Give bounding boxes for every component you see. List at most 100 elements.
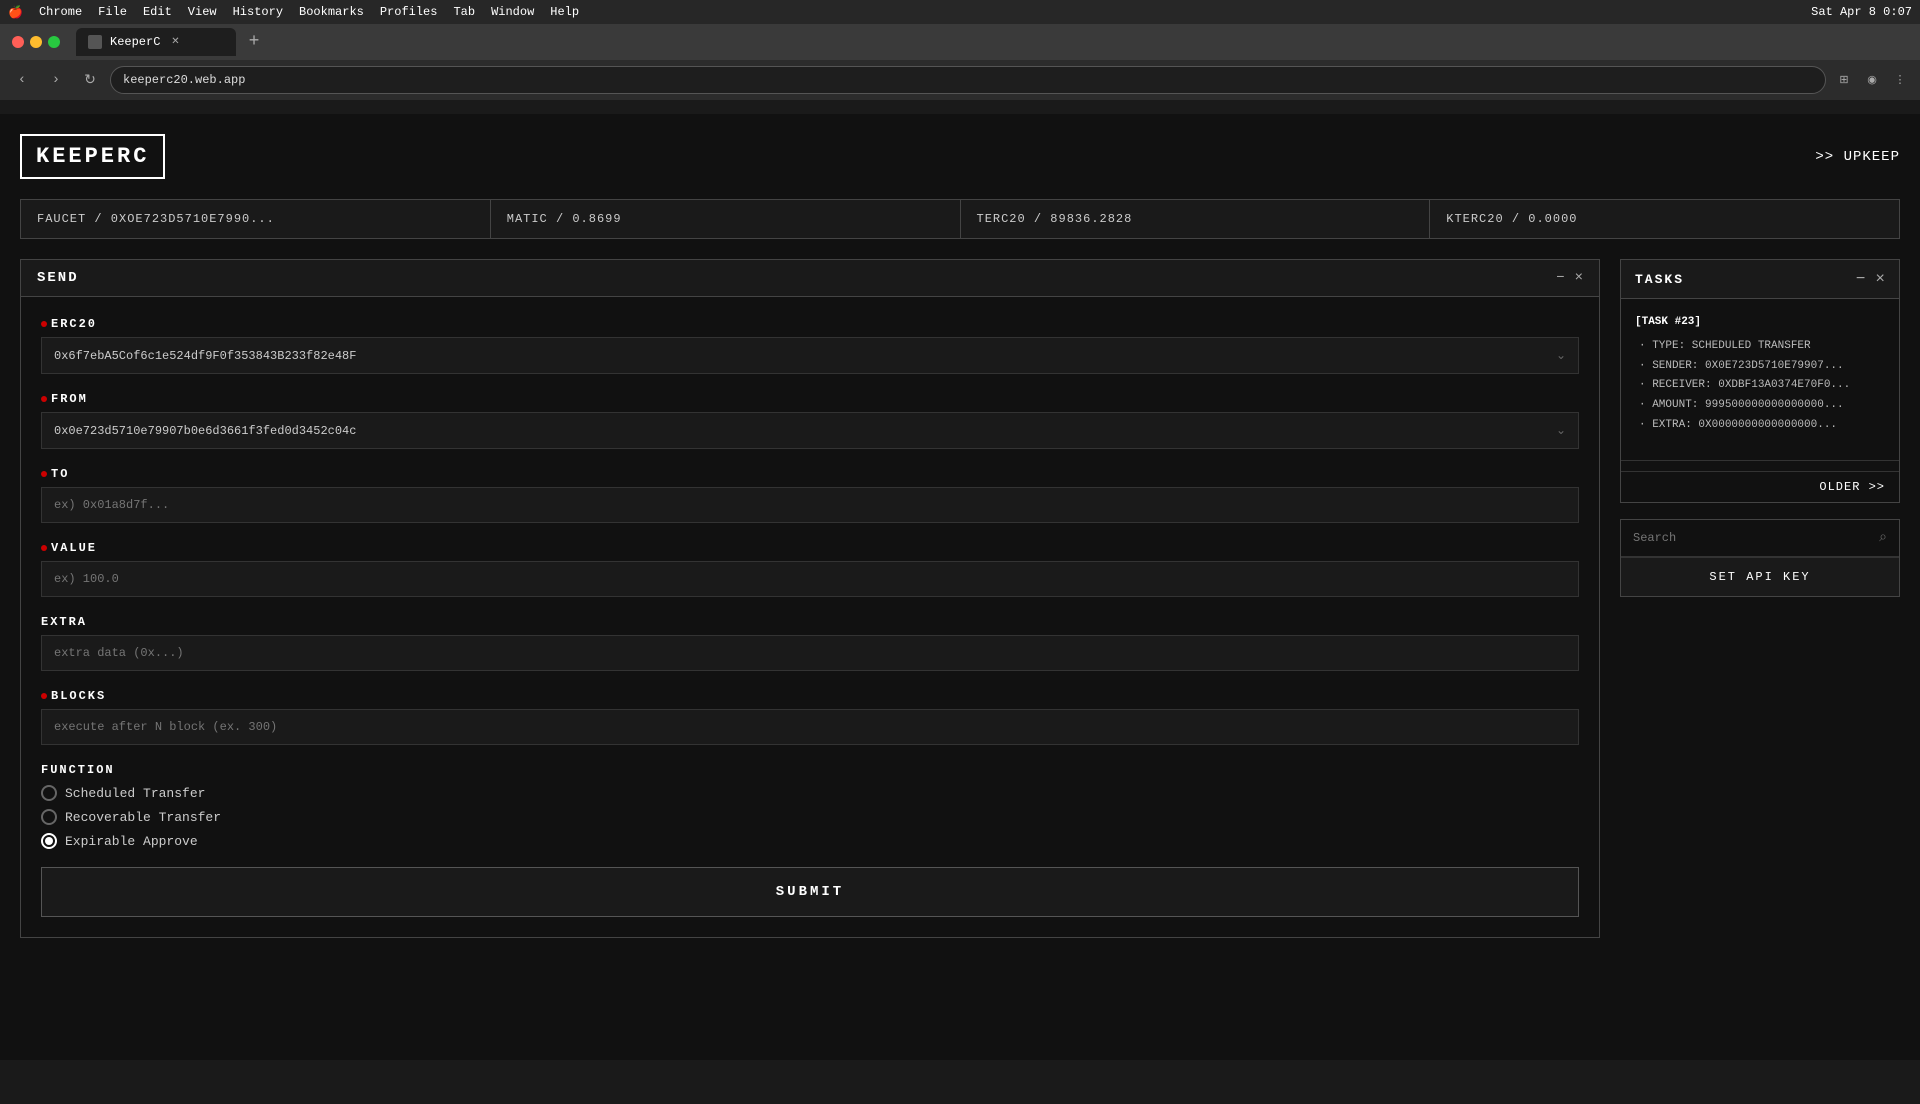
search-row: ⌕ [1621,520,1899,557]
menu-window[interactable]: Window [491,5,534,19]
to-input[interactable] [54,498,1566,512]
menu-bar: 🍎 Chrome File Edit View History Bookmark… [0,0,1920,24]
erc20-label: ERC20 [41,317,1579,331]
task-row-sender: · SENDER: 0X0E723D5710E79907... [1635,357,1885,377]
extensions-button[interactable]: ⊞ [1832,68,1856,92]
address-url: keeperc20.web.app [123,73,245,87]
menu-chrome[interactable]: Chrome [39,5,82,19]
tasks-minimize-button[interactable]: − [1856,270,1866,288]
value-required-dot [41,545,47,551]
to-required-dot [41,471,47,477]
set-api-key-button[interactable]: SET API KEY [1621,557,1899,596]
send-panel-body: ERC20 ⌄ FROM [21,297,1599,937]
back-button[interactable]: ‹ [8,66,36,94]
value-group: VALUE [41,541,1579,597]
search-panel: ⌕ SET API KEY [1620,519,1900,597]
radio-circle-expirable [41,833,57,849]
blocks-input-wrapper[interactable] [41,709,1579,745]
app-content: KEEPERC >> UPKEEP FAUCET / 0XOE723D5710E… [0,114,1920,1060]
app-header: KEEPERC >> UPKEEP [20,134,1900,179]
submit-button[interactable]: SUBMIT [41,867,1579,917]
extra-label: EXTRA [41,615,1579,629]
apple-menu[interactable]: 🍎 [8,5,23,20]
from-dropdown-icon: ⌄ [1556,423,1566,438]
menu-edit[interactable]: Edit [143,5,172,19]
radio-group: Scheduled Transfer Recoverable Transfer … [41,785,1579,849]
task-row-amount: · AMOUNT: 999500000000000000... [1635,396,1885,416]
stat-kterc20: KTERC20 / 0.0000 [1430,200,1899,238]
erc20-input-wrapper[interactable]: ⌄ [41,337,1579,374]
task-row-extra: · EXTRA: 0X0000000000000000... [1635,416,1885,436]
close-window-button[interactable] [12,36,24,48]
address-bar[interactable]: keeperc20.web.app [110,66,1826,94]
task-row-receiver: · RECEIVER: 0XDBF13A0374E70F0... [1635,376,1885,396]
toolbar-actions: ⊞ ◉ ⋮ [1832,68,1912,92]
erc20-required-dot [41,321,47,327]
browser-chrome: KeeperC ✕ + ‹ › ↻ keeperc20.web.app ⊞ ◉ … [0,24,1920,100]
radio-scheduled-transfer[interactable]: Scheduled Transfer [41,785,1579,801]
value-input-wrapper[interactable] [41,561,1579,597]
menu-history[interactable]: History [233,5,283,19]
stat-faucet: FAUCET / 0XOE723D5710E7990... [21,200,491,238]
radio-circle-recoverable [41,809,57,825]
browser-tab-keeperc[interactable]: KeeperC ✕ [76,28,236,56]
menu-profiles[interactable]: Profiles [380,5,438,19]
older-link[interactable]: OLDER >> [1621,471,1899,502]
erc20-dropdown-icon: ⌄ [1556,348,1566,363]
extra-input[interactable] [54,646,1566,660]
radio-expirable-approve[interactable]: Expirable Approve [41,833,1579,849]
send-minimize-button[interactable]: − [1556,270,1564,286]
to-input-wrapper[interactable] [41,487,1579,523]
send-panel-header: SEND − × [21,260,1599,297]
tab-bar: KeeperC ✕ + [76,30,1908,54]
task-separator [1621,460,1899,461]
value-label: VALUE [41,541,1579,555]
menu-file[interactable]: File [98,5,127,19]
search-input[interactable] [1633,531,1879,545]
from-input[interactable] [54,424,1548,438]
new-tab-button[interactable]: + [240,28,268,56]
blocks-group: BLOCKS [41,689,1579,745]
erc20-input[interactable] [54,349,1548,363]
tasks-body: [TASK #23] · TYPE: SCHEDULED TRANSFER · … [1621,299,1899,450]
tasks-title: TASKS [1635,272,1684,287]
maximize-window-button[interactable] [48,36,60,48]
reload-button[interactable]: ↻ [76,66,104,94]
search-icon: ⌕ [1879,530,1887,546]
traffic-lights [12,36,60,48]
stat-matic: MATIC / 0.8699 [491,200,961,238]
menu-tab[interactable]: Tab [453,5,475,19]
to-label: TO [41,467,1579,481]
more-button[interactable]: ⋮ [1888,68,1912,92]
menu-help[interactable]: Help [550,5,579,19]
system-time: Sat Apr 8 0:07 [1811,5,1912,19]
tasks-header: TASKS − × [1621,260,1899,299]
send-panel: SEND − × ERC20 [20,259,1600,938]
task-row-type: · TYPE: SCHEDULED TRANSFER [1635,337,1885,357]
forward-button[interactable]: › [42,66,70,94]
from-label: FROM [41,392,1579,406]
minimize-window-button[interactable] [30,36,42,48]
function-label: FUNCTION [41,763,1579,777]
radio-recoverable-transfer[interactable]: Recoverable Transfer [41,809,1579,825]
profile-button[interactable]: ◉ [1860,68,1884,92]
menu-view[interactable]: View [188,5,217,19]
menu-bookmarks[interactable]: Bookmarks [299,5,364,19]
extra-input-wrapper[interactable] [41,635,1579,671]
send-panel-title: SEND [37,270,79,286]
tasks-panel: TASKS − × [TASK #23] · TYPE: SCHEDULED T… [1620,259,1900,503]
radio-circle-scheduled [41,785,57,801]
blocks-input[interactable] [54,720,1566,734]
tasks-close-button[interactable]: × [1875,270,1885,288]
upkeep-link[interactable]: >> UPKEEP [1815,149,1900,165]
from-input-wrapper[interactable]: ⌄ [41,412,1579,449]
erc20-group: ERC20 ⌄ [41,317,1579,374]
tab-close-button[interactable]: ✕ [168,35,182,49]
tab-title: KeeperC [110,35,160,49]
to-group: TO [41,467,1579,523]
browser-titlebar: KeeperC ✕ + [0,24,1920,60]
value-input[interactable] [54,572,1566,586]
send-close-button[interactable]: × [1575,270,1583,286]
app-logo: KEEPERC [20,134,165,179]
blocks-label: BLOCKS [41,689,1579,703]
